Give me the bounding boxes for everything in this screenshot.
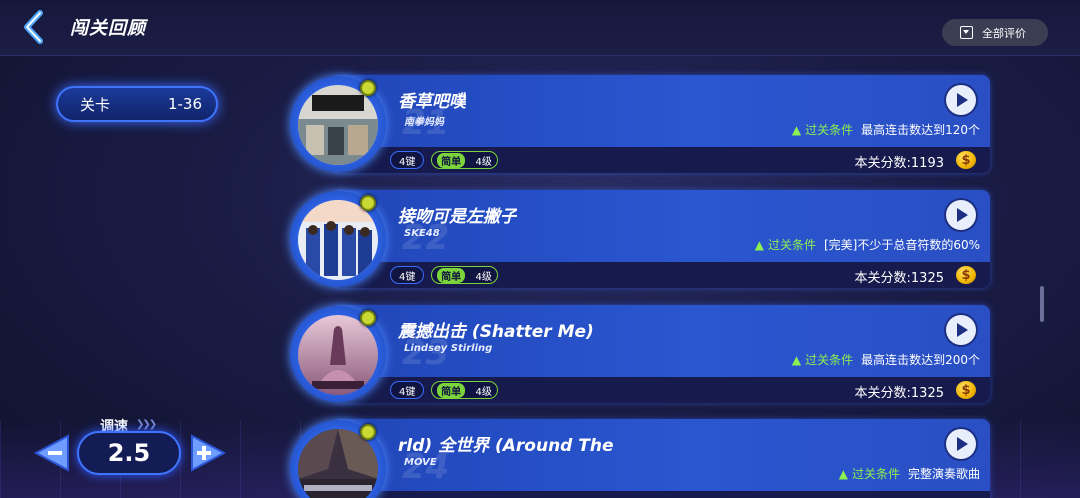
stage-score: 本关分数:1325 — [854, 386, 944, 401]
minus-arrow-icon — [33, 434, 69, 472]
difficulty-badge: 简单 4级 — [431, 266, 498, 284]
song-title: 接吻可是左撇子 — [398, 207, 517, 227]
condition-text: 最高连击数达到120个 — [861, 123, 980, 137]
clear-condition: ▲ 过关条件 最高连击数达到200个 — [792, 351, 980, 368]
all-evaluations-label: 全部评价 — [982, 26, 1026, 40]
coin-icon: $ — [956, 266, 976, 284]
condition-text: 最高连击数达到200个 — [861, 353, 980, 367]
scrollbar-thumb[interactable] — [1040, 286, 1044, 322]
play-icon[interactable] — [946, 85, 976, 115]
song-artist: MOVE — [404, 457, 437, 468]
condition-text: [完美]不少于总音符数的60% — [823, 238, 980, 252]
clear-condition: ▲ 过关条件 [完美]不少于总音符数的60% — [755, 236, 980, 253]
warning-icon: ▲ — [791, 122, 802, 137]
medal-icon — [360, 195, 376, 211]
play-icon[interactable] — [946, 315, 976, 345]
top-bar: 闯关回顾 全部评价 — [0, 0, 1080, 56]
warning-icon: ▲ — [838, 466, 848, 481]
difficulty-badge: 简单 4级 — [431, 381, 498, 399]
level-range-selector[interactable]: 关卡 1-36 — [56, 86, 218, 122]
page-title: 闯关回顾 — [70, 18, 146, 39]
song-card[interactable]: 21 香草吧噗 南拳妈妈 ▲ 过关条件 最高连击数达到120个 4键 简单 4级… — [290, 75, 990, 173]
all-evaluations-button[interactable]: 全部评价 — [942, 19, 1048, 46]
warning-icon: ▲ — [754, 237, 764, 252]
difficulty-label: 简单 — [437, 382, 466, 398]
song-artist: 南拳妈妈 — [404, 117, 444, 128]
song-artist: Lindsey Stirling — [404, 343, 493, 354]
coin-icon: $ — [956, 381, 976, 399]
condition-tag: 过关条件 — [805, 353, 854, 367]
keys-badge: 4键 — [390, 151, 425, 169]
song-card[interactable]: 23 震撼出击 (Shatter Me) Lindsey Stirling ▲ … — [290, 305, 990, 403]
difficulty-level: 4级 — [475, 386, 492, 398]
stage-score: 本关分数:1193 — [854, 156, 944, 171]
song-card[interactable]: 24 rld) 全世界 (Around The MOVE ▲ 过关条件 完整演奏… — [290, 419, 990, 498]
keys-badge: 4键 — [390, 266, 425, 284]
chevron-left-icon — [24, 10, 43, 44]
speed-increase-button[interactable] — [188, 432, 228, 474]
difficulty-label: 简单 — [437, 267, 466, 283]
play-icon[interactable] — [946, 429, 976, 459]
play-icon[interactable] — [946, 200, 976, 230]
chevrons-right-icon: ❯❯❯ — [136, 419, 157, 430]
album-cover-image — [298, 315, 378, 395]
coin-icon: $ — [956, 151, 976, 169]
list-dropdown-icon — [960, 26, 973, 39]
difficulty-level: 4级 — [475, 271, 492, 283]
condition-tag: 过关条件 — [851, 467, 900, 481]
condition-tag: 过关条件 — [767, 238, 816, 252]
difficulty-level: 4级 — [475, 156, 492, 168]
condition-tag: 过关条件 — [805, 123, 854, 137]
warning-icon: ▲ — [791, 352, 802, 367]
speed-value: 2.5 — [77, 431, 181, 475]
song-title: rld) 全世界 (Around The — [398, 436, 614, 456]
song-title: 震撼出击 (Shatter Me) — [398, 322, 594, 342]
plus-arrow-icon — [191, 434, 227, 472]
album-cover-image — [298, 85, 378, 165]
song-card-footer — [332, 491, 990, 498]
keys-badge: 4键 — [390, 381, 425, 399]
medal-icon — [360, 310, 376, 326]
level-range: 1-36 — [167, 95, 202, 113]
album-cover-image — [298, 200, 378, 280]
difficulty-badge: 简单 4级 — [431, 151, 498, 169]
speed-decrease-button[interactable] — [32, 432, 72, 474]
level-label: 关卡 — [80, 95, 111, 114]
stage-score: 本关分数:1325 — [854, 271, 944, 286]
medal-icon — [360, 80, 376, 96]
condition-text: 完整演奏歌曲 — [907, 467, 980, 481]
clear-condition: ▲ 过关条件 最高连击数达到120个 — [792, 121, 980, 138]
medal-icon — [360, 424, 376, 440]
clear-condition: ▲ 过关条件 完整演奏歌曲 — [839, 465, 980, 482]
song-artist: SKE48 — [404, 228, 440, 239]
back-button[interactable] — [22, 10, 52, 44]
song-card[interactable]: 22 接吻可是左撇子 SKE48 ▲ 过关条件 [完美]不少于总音符数的60% … — [290, 190, 990, 288]
song-title: 香草吧噗 — [398, 92, 466, 112]
difficulty-label: 简单 — [437, 152, 466, 168]
